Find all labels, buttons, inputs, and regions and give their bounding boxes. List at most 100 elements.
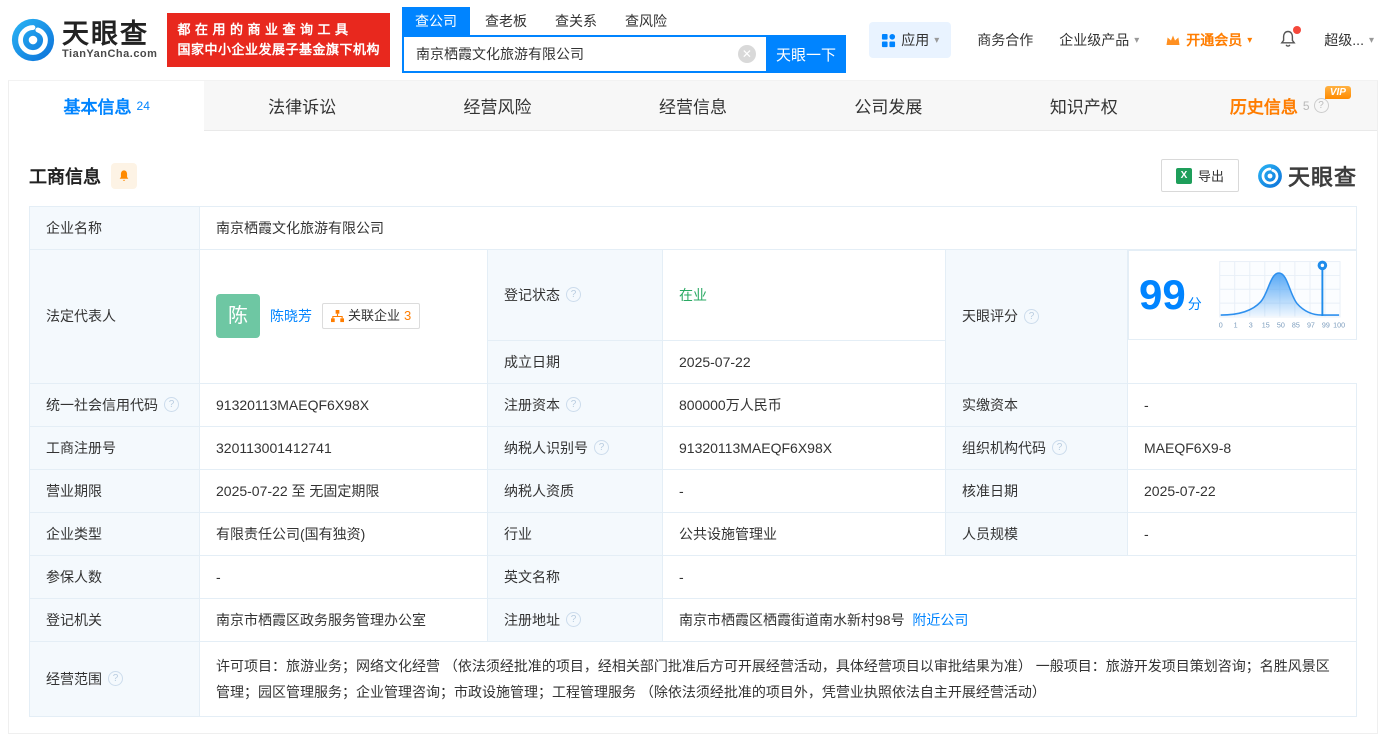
search-tab-relation[interactable]: 查关系: [555, 7, 597, 35]
staff-size-value: -: [1127, 511, 1357, 556]
nav-cooperation[interactable]: 商务合作: [977, 30, 1033, 50]
tab-label: 公司发展: [854, 98, 923, 117]
help-icon[interactable]: ?: [164, 397, 179, 412]
svg-text:85: 85: [1292, 321, 1300, 329]
svg-text:99: 99: [1322, 321, 1330, 329]
english-name-label: 英文名称: [487, 554, 663, 599]
tyc-score-cell: 99 分 0 1 3 15 50 85 97 99 100: [1128, 250, 1357, 340]
svg-text:0: 0: [1218, 321, 1222, 329]
industry-value: 公共设施管理业: [662, 511, 946, 556]
apps-label: 应用: [901, 32, 930, 48]
business-scope-value: 许可项目：旅游业务；网络文化经营 （依法须经批准的项目，经相关部门批准后方可开展…: [199, 640, 1357, 717]
table-row: 统一社会信用代码? 91320113MAEQF6X98X 注册资本? 80000…: [29, 382, 1357, 427]
tab-label: 经营信息: [658, 98, 727, 117]
search-tabs: 查公司 查老板 查关系 查风险: [401, 7, 846, 35]
established-value: 2025-07-22: [662, 339, 946, 384]
promo-banner: 都在用的商业查询工具 国家中小企业发展子基金旗下机构: [167, 13, 390, 67]
help-icon[interactable]: ?: [1024, 308, 1039, 324]
cooperation-label: 商务合作: [977, 32, 1034, 48]
taxpayer-quality-value: -: [662, 468, 946, 513]
chevron-down-icon: ▾: [934, 34, 940, 46]
page-container: 基本信息 24 法律诉讼 经营风险 经营信息 公司发展 知识产权 VIP 历史信…: [8, 80, 1378, 734]
score-axis-labels: 0 1 3 15 50 85 97 99 100: [1218, 321, 1344, 329]
search-tab-company[interactable]: 查公司: [401, 7, 470, 35]
tab-label: 历史信息: [1229, 98, 1298, 117]
company-name-value: 南京栖霞文化旅游有限公司: [199, 206, 1357, 250]
promo-line-2: 国家中小企业发展子基金旗下机构: [177, 42, 380, 57]
approval-date-value: 2025-07-22: [1127, 468, 1357, 513]
chevron-down-icon: ▾: [1247, 34, 1253, 46]
score-distribution-chart: 0 1 3 15 50 85 97 99 100: [1218, 260, 1345, 329]
svg-text:50: 50: [1277, 321, 1285, 329]
chevron-down-icon: ▾: [1368, 34, 1374, 46]
notifications-bell[interactable]: [1278, 25, 1302, 52]
nearby-companies-link[interactable]: 附近公司: [912, 612, 968, 628]
insured-count-value: -: [199, 554, 488, 599]
svg-text:1: 1: [1233, 321, 1237, 329]
nav-open-vip[interactable]: 开通会员 ▾: [1165, 30, 1252, 50]
paid-capital-value: -: [1127, 382, 1357, 427]
tyc-score-label: 天眼评分?: [945, 249, 1128, 384]
brand-watermark: 天眼查: [1257, 160, 1357, 192]
logo-title: 天眼查: [62, 19, 149, 49]
search-block: 查公司 查老板 查关系 查风险 ✕ 天眼一下: [401, 7, 846, 73]
subscribe-bell-button[interactable]: [111, 162, 137, 189]
help-icon[interactable]: ?: [1052, 440, 1067, 455]
notification-dot: [1293, 25, 1302, 34]
export-label: 导出: [1197, 169, 1224, 184]
nav-super-vip[interactable]: 超级... ▾: [1324, 30, 1374, 50]
apps-menu[interactable]: 应用 ▾: [869, 22, 952, 58]
org-code-value: MAEQF6X9-8: [1127, 425, 1357, 470]
industry-label: 行业: [487, 511, 663, 556]
help-icon[interactable]: ?: [108, 671, 123, 686]
related-companies-badge[interactable]: 关联企业 3: [322, 303, 421, 330]
search-tab-boss[interactable]: 查老板: [485, 7, 527, 35]
table-row: 参保人数 - 英文名称 -: [29, 554, 1357, 599]
help-icon[interactable]: ?: [566, 397, 581, 412]
nav-enterprise-products[interactable]: 企业级产品 ▾: [1059, 30, 1139, 50]
export-button[interactable]: X 导出: [1160, 159, 1239, 192]
reg-status-label: 登记状态?: [487, 249, 663, 341]
legal-rep-avatar[interactable]: 陈: [216, 294, 260, 339]
help-icon[interactable]: ?: [566, 612, 581, 627]
tab-basic-info[interactable]: 基本信息 24: [9, 81, 205, 131]
search-input[interactable]: [401, 35, 766, 73]
business-info-table: 企业名称 南京栖霞文化旅游有限公司 法定代表人 陈 陈晓芳 关联企业 3 登记状…: [29, 206, 1357, 717]
help-icon[interactable]: ?: [594, 440, 609, 455]
credit-code-label: 统一社会信用代码?: [29, 382, 200, 427]
tab-operating-risk[interactable]: 经营风险: [400, 81, 595, 130]
svg-text:97: 97: [1307, 321, 1315, 329]
org-code-label: 组织机构代码?: [945, 425, 1128, 470]
established-label: 成立日期: [487, 339, 663, 384]
table-row: 企业类型 有限责任公司(国有独资) 行业 公共设施管理业 人员规模 -: [29, 511, 1357, 556]
tianyancha-logo[interactable]: 天眼查 TianYanCha.com: [10, 17, 157, 63]
tab-label: 基本信息: [63, 98, 132, 117]
tab-history-info[interactable]: VIP 历史信息 5 ?: [1182, 81, 1377, 130]
section-toolbar: 工商信息 X 导出 天眼查: [9, 131, 1377, 206]
tab-count: 24: [136, 98, 150, 113]
svg-text:3: 3: [1248, 321, 1252, 329]
business-info-table-wrap: 企业名称 南京栖霞文化旅游有限公司 法定代表人 陈 陈晓芳 关联企业 3 登记状…: [9, 206, 1377, 733]
legal-rep-name-link[interactable]: 陈晓芳: [270, 306, 312, 326]
reg-status-value: 在业: [662, 249, 946, 341]
company-type-label: 企业类型: [29, 511, 200, 556]
tab-legal-proceedings[interactable]: 法律诉讼: [204, 81, 399, 130]
credit-code-value: 91320113MAEQF6X98X: [199, 382, 488, 427]
insured-count-label: 参保人数: [29, 554, 200, 599]
tab-company-development[interactable]: 公司发展: [791, 81, 986, 130]
help-icon[interactable]: ?: [566, 287, 581, 303]
section-title: 工商信息: [29, 166, 101, 187]
bell-icon: [119, 169, 129, 181]
search-tab-risk[interactable]: 查风险: [625, 7, 667, 35]
table-row: 登记机关 南京市栖霞区政务服务管理办公室 注册地址? 南京市栖霞区栖霞街道南水新…: [29, 597, 1357, 642]
tab-business-info[interactable]: 经营信息: [595, 81, 790, 130]
related-companies-label: 关联企业: [348, 308, 401, 324]
search-button[interactable]: 天眼一下: [765, 35, 846, 73]
tianyancha-logo-icon: [1258, 163, 1282, 188]
table-row: 法定代表人 陈 陈晓芳 关联企业 3 登记状态 ? 在业 天眼评分 ? 99 分…: [29, 249, 1357, 384]
reg-capital-value: 800000万人民币: [662, 382, 946, 427]
staff-size-label: 人员规模: [945, 511, 1128, 556]
tab-intellectual-property[interactable]: 知识产权: [986, 81, 1181, 130]
help-icon[interactable]: ?: [1313, 98, 1329, 113]
clear-search-icon[interactable]: ✕: [737, 45, 756, 63]
